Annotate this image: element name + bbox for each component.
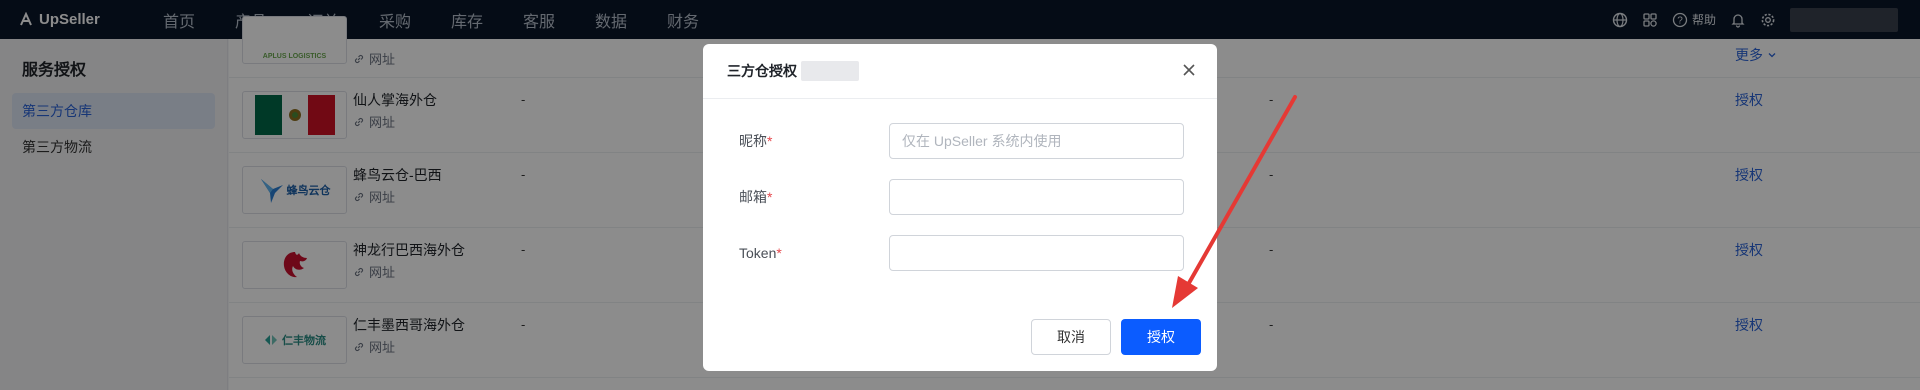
email-input[interactable] <box>889 179 1184 215</box>
email-row: 邮箱* <box>739 179 1189 215</box>
nickname-input[interactable] <box>889 123 1184 159</box>
token-row: Token* <box>739 235 1189 271</box>
token-label: Token* <box>739 245 782 261</box>
nickname-row: 昵称* <box>739 123 1189 159</box>
dialog-header: 三方仓授权 <box>703 44 1217 99</box>
authorize-button[interactable]: 授权 <box>1121 319 1201 355</box>
cancel-button[interactable]: 取消 <box>1031 319 1111 355</box>
token-input[interactable] <box>889 235 1184 271</box>
authorize-dialog: 三方仓授权 昵称* 邮箱* Token* 取消 授权 <box>703 44 1217 371</box>
required-marker: * <box>767 133 773 149</box>
required-marker: * <box>776 245 782 261</box>
nickname-label: 昵称* <box>739 133 773 149</box>
email-label: 邮箱* <box>739 189 773 205</box>
required-marker: * <box>767 189 773 205</box>
close-icon[interactable] <box>1181 62 1197 78</box>
dialog-title: 三方仓授权 <box>727 63 797 79</box>
redacted-warehouse-name <box>801 61 859 81</box>
